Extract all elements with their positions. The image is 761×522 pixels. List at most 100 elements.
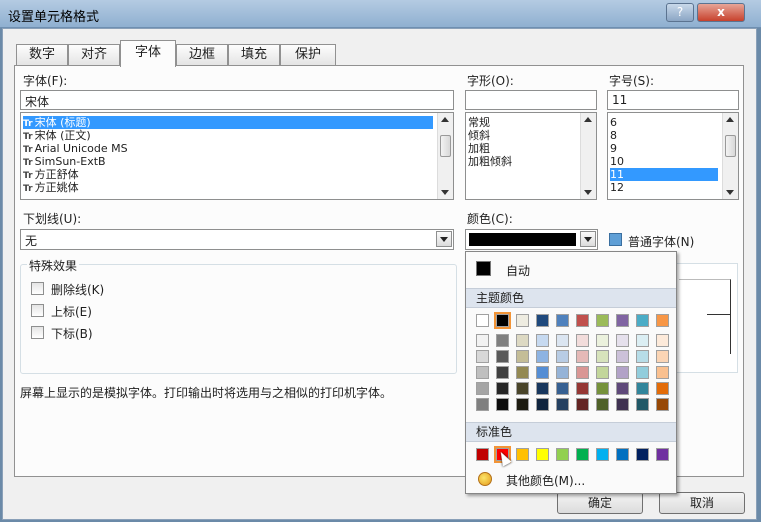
scroll-down-icon[interactable]	[584, 190, 592, 195]
theme-shade-swatch[interactable]	[536, 382, 549, 395]
standard-color-swatch[interactable]	[576, 448, 589, 461]
theme-shade-swatch[interactable]	[476, 366, 489, 379]
standard-color-swatch[interactable]	[596, 448, 609, 461]
theme-shade-swatch[interactable]	[576, 366, 589, 379]
theme-shade-swatch[interactable]	[596, 334, 609, 347]
size-list-item[interactable]: 8	[610, 129, 718, 142]
theme-shade-swatch[interactable]	[576, 334, 589, 347]
theme-shade-swatch[interactable]	[496, 366, 509, 379]
superscript-checkbox[interactable]	[31, 304, 44, 317]
theme-shade-swatch[interactable]	[516, 382, 529, 395]
theme-color-swatch[interactable]	[516, 314, 529, 327]
theme-shade-swatch[interactable]	[636, 334, 649, 347]
size-list-item[interactable]: 10	[610, 155, 718, 168]
theme-shade-swatch[interactable]	[656, 398, 669, 411]
theme-shade-swatch[interactable]	[656, 334, 669, 347]
size-list[interactable]: 6 8 9 10 11 12	[607, 112, 739, 200]
theme-shade-swatch[interactable]	[636, 382, 649, 395]
theme-shade-swatch[interactable]	[476, 350, 489, 363]
style-list-item[interactable]: 倾斜	[468, 129, 490, 142]
theme-color-swatch[interactable]	[494, 312, 511, 329]
tab-font[interactable]: 字体	[120, 40, 176, 67]
theme-shade-swatch[interactable]	[596, 350, 609, 363]
subscript-checkbox[interactable]	[31, 326, 44, 339]
font-list-item[interactable]: Tr 方正舒体	[23, 168, 433, 181]
style-list-item[interactable]: 加粗倾斜	[468, 155, 512, 168]
standard-color-swatch[interactable]	[656, 448, 669, 461]
strikethrough-checkbox[interactable]	[31, 282, 44, 295]
cancel-button[interactable]: 取消	[659, 492, 745, 514]
font-list-item[interactable]: Tr SimSun-ExtB	[23, 155, 433, 168]
theme-shade-swatch[interactable]	[596, 366, 609, 379]
theme-shade-swatch[interactable]	[656, 366, 669, 379]
size-list-item[interactable]: 11	[610, 168, 718, 181]
theme-color-swatch[interactable]	[556, 314, 569, 327]
scroll-up-icon[interactable]	[726, 117, 734, 122]
scroll-down-icon[interactable]	[441, 190, 449, 195]
standard-color-swatch[interactable]	[476, 448, 489, 461]
theme-shade-swatch[interactable]	[516, 350, 529, 363]
theme-shade-swatch[interactable]	[576, 382, 589, 395]
size-list-scrollbar[interactable]	[722, 113, 738, 199]
tab-border[interactable]: 边框	[176, 44, 228, 66]
theme-shade-swatch[interactable]	[496, 398, 509, 411]
theme-shade-swatch[interactable]	[616, 366, 629, 379]
standard-color-swatch[interactable]	[516, 448, 529, 461]
underline-dropdown-button[interactable]	[436, 231, 452, 247]
theme-shade-swatch[interactable]	[636, 398, 649, 411]
theme-shade-swatch[interactable]	[496, 350, 509, 363]
theme-shade-swatch[interactable]	[496, 334, 509, 347]
theme-shade-swatch[interactable]	[556, 398, 569, 411]
style-list-scrollbar[interactable]	[580, 113, 596, 199]
theme-shade-swatch[interactable]	[636, 350, 649, 363]
theme-shade-swatch[interactable]	[536, 366, 549, 379]
color-dropdown-button[interactable]	[580, 231, 596, 247]
theme-shade-swatch[interactable]	[516, 398, 529, 411]
theme-shade-swatch[interactable]	[536, 398, 549, 411]
size-list-item[interactable]: 9	[610, 142, 718, 155]
theme-shade-swatch[interactable]	[636, 366, 649, 379]
size-list-item[interactable]: 12	[610, 181, 718, 194]
font-list-scrollbar[interactable]	[437, 113, 453, 199]
theme-shade-swatch[interactable]	[536, 350, 549, 363]
scroll-up-icon[interactable]	[584, 117, 592, 122]
tab-protection[interactable]: 保护	[280, 44, 336, 66]
theme-shade-swatch[interactable]	[616, 334, 629, 347]
font-list-item[interactable]: Tr 宋体 (正文)	[23, 129, 433, 142]
theme-shade-swatch[interactable]	[616, 350, 629, 363]
help-button[interactable]: ?	[666, 3, 694, 22]
font-list-item[interactable]: Tr Arial Unicode MS	[23, 142, 433, 155]
scroll-down-icon[interactable]	[726, 190, 734, 195]
theme-shade-swatch[interactable]	[596, 382, 609, 395]
tab-alignment[interactable]: 对齐	[68, 44, 120, 66]
auto-color-label[interactable]: 自动	[506, 262, 530, 279]
style-list[interactable]: 常规 倾斜 加粗 加粗倾斜	[465, 112, 597, 200]
theme-color-swatch[interactable]	[616, 314, 629, 327]
theme-color-swatch[interactable]	[596, 314, 609, 327]
standard-color-swatch[interactable]	[536, 448, 549, 461]
style-list-item[interactable]: 加粗	[468, 142, 490, 155]
font-list-item[interactable]: Tr 方正姚体	[23, 181, 433, 194]
close-button[interactable]: x	[697, 3, 745, 22]
underline-select[interactable]: 无	[20, 229, 454, 250]
ok-button[interactable]: 确定	[557, 492, 643, 514]
theme-shade-swatch[interactable]	[476, 398, 489, 411]
style-list-item[interactable]: 常规	[468, 116, 490, 129]
theme-shade-swatch[interactable]	[496, 382, 509, 395]
theme-color-swatch[interactable]	[536, 314, 549, 327]
scroll-up-icon[interactable]	[441, 117, 449, 122]
theme-shade-swatch[interactable]	[556, 350, 569, 363]
font-input[interactable]: 宋体	[20, 90, 454, 110]
standard-color-swatch[interactable]	[616, 448, 629, 461]
theme-shade-swatch[interactable]	[616, 382, 629, 395]
auto-color-swatch[interactable]	[476, 261, 491, 276]
standard-color-swatch[interactable]	[636, 448, 649, 461]
theme-shade-swatch[interactable]	[516, 334, 529, 347]
theme-color-swatch[interactable]	[476, 314, 489, 327]
scroll-thumb[interactable]	[440, 135, 451, 157]
theme-shade-swatch[interactable]	[476, 382, 489, 395]
theme-shade-swatch[interactable]	[616, 398, 629, 411]
theme-shade-swatch[interactable]	[476, 334, 489, 347]
theme-color-swatch[interactable]	[576, 314, 589, 327]
more-colors-button[interactable]: 其他颜色(M)...	[506, 472, 585, 489]
